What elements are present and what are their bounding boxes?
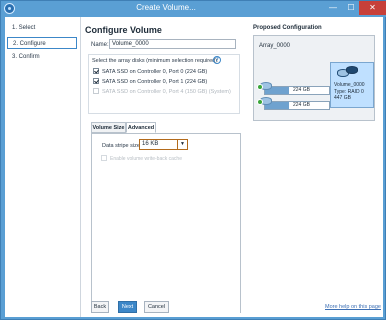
disk-size-label: 224 GB <box>293 87 310 93</box>
step-configure[interactable]: 2. Configure <box>7 37 77 49</box>
help-icon[interactable]: ? <box>213 56 221 64</box>
stripe-size-value: 16 KB <box>142 141 159 147</box>
wizard-steps: 1. Select 2. Configure 3. Confirm <box>5 17 81 317</box>
disk-option-port4: SATA SSD on Controller 0, Port 4 (150 GB… <box>93 87 231 96</box>
step-confirm[interactable]: 3. Confirm <box>7 51 77 63</box>
tab-advanced[interactable]: Advanced <box>126 122 156 133</box>
check-badge-icon <box>257 84 263 90</box>
disk-option-label: SATA SSD on Controller 0, Port 4 (150 GB… <box>102 89 231 95</box>
minimize-button[interactable]: — <box>324 1 342 15</box>
dialog-client: 1. Select 2. Configure 3. Confirm Config… <box>5 17 383 317</box>
help-link[interactable]: More help on this page <box>325 304 381 310</box>
name-label: Name: <box>91 42 109 48</box>
back-button[interactable]: Back <box>91 301 109 313</box>
name-field[interactable]: Volume_0000 <box>109 39 236 49</box>
write-back-cache-option: Enable volume write-back cache <box>101 154 182 163</box>
close-button[interactable]: ✕ <box>359 1 386 15</box>
main-panel: Configure Volume Name: Volume_0000 Selec… <box>85 17 383 317</box>
check-badge-icon <box>257 99 263 105</box>
volume-icon <box>337 66 359 78</box>
cancel-button[interactable]: Cancel <box>144 301 169 313</box>
volume-size: 447 GB <box>334 95 351 101</box>
disk-option-port1[interactable]: SATA SSD on Controller 0, Port 1 (224 GB… <box>93 77 208 86</box>
proposed-config-panel: Array_0000 224 GB 224 GB Volume_0000 Typ… <box>253 35 375 121</box>
volume-name: Volume_0000 <box>334 82 365 88</box>
chevron-down-icon[interactable]: ▼ <box>177 140 187 149</box>
window-title: Create Volume... <box>136 3 196 12</box>
disk-size-label: 224 GB <box>293 102 310 108</box>
step-select[interactable]: 1. Select <box>7 22 77 34</box>
stripe-size-dropdown[interactable]: 16 KB ▼ <box>139 139 188 150</box>
checkbox-icon <box>101 154 107 161</box>
create-volume-window: Create Volume... — ☐ ✕ 1. Select 2. Conf… <box>0 0 386 320</box>
array-label: Array_0000 <box>259 43 291 49</box>
checkbox-icon <box>93 87 99 94</box>
tab-volume-size[interactable]: Volume Size <box>91 122 126 133</box>
proposed-disk-1: 224 GB <box>264 86 330 95</box>
proposed-config-title: Proposed Configuration <box>253 25 322 31</box>
dialog-footer: Back Next Cancel More help on this page <box>85 301 383 317</box>
volume-info: Volume_0000 Type: RAID 0 447 GB <box>334 82 365 102</box>
title-bar[interactable]: Create Volume... — ☐ ✕ <box>1 1 386 17</box>
array-disks-group: Select the array disks (minimum selectio… <box>88 54 240 114</box>
stripe-size-label: Data stripe size: <box>102 143 142 149</box>
advanced-panel: Data stripe size: 16 KB ▼ Enable volume … <box>91 133 241 313</box>
disks-header: Select the array disks (minimum selectio… <box>92 58 219 64</box>
disk-option-port0[interactable]: SATA SSD on Controller 0, Port 0 (224 GB… <box>93 67 208 76</box>
maximize-button[interactable]: ☐ <box>343 1 359 15</box>
page-title: Configure Volume <box>85 25 162 35</box>
disk-option-label: SATA SSD on Controller 0, Port 1 (224 GB… <box>102 79 208 85</box>
checkbox-checked-icon[interactable] <box>93 77 99 84</box>
disk-option-label: SATA SSD on Controller 0, Port 0 (224 GB… <box>102 69 208 75</box>
next-button[interactable]: Next <box>118 301 137 313</box>
checkbox-checked-icon[interactable] <box>93 67 99 74</box>
proposed-volume-card: Volume_0000 Type: RAID 0 447 GB <box>330 62 374 108</box>
write-back-cache-label: Enable volume write-back cache <box>110 156 182 162</box>
proposed-disk-2: 224 GB <box>264 101 330 110</box>
